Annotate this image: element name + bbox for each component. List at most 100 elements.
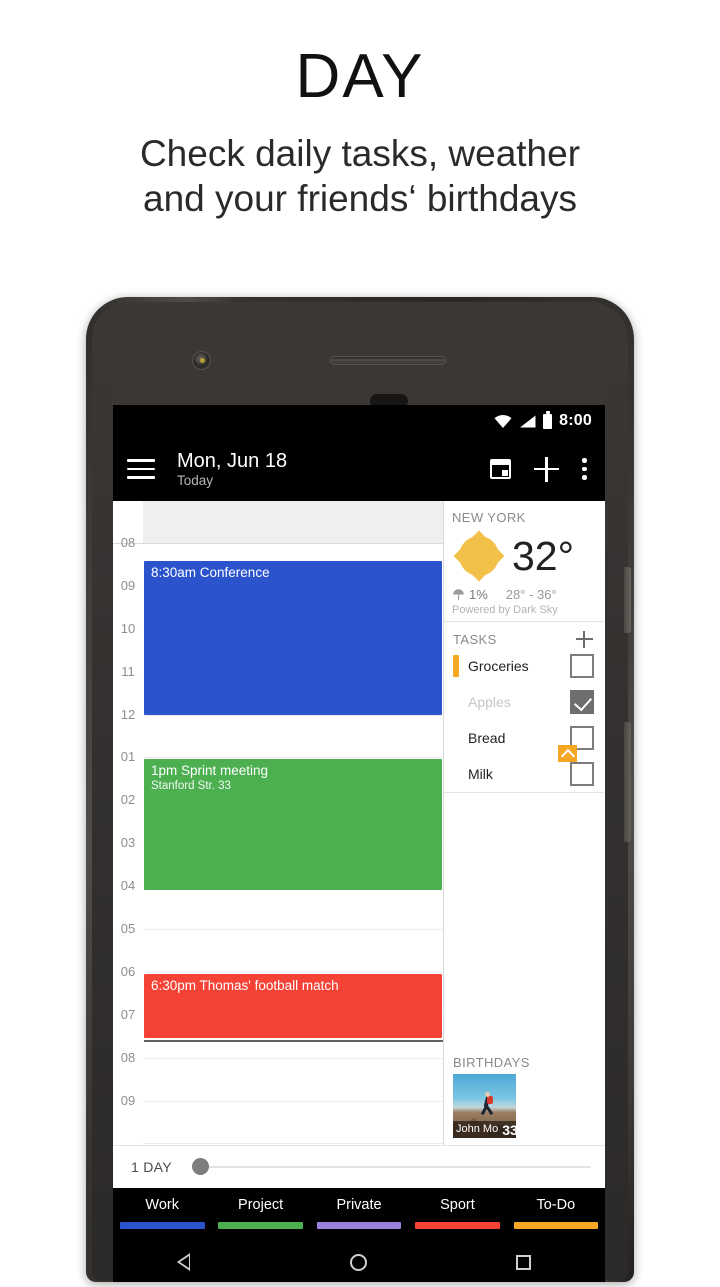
calendar-hour-label: 01	[120, 749, 136, 765]
calendar-hour-row[interactable]: 05	[121, 921, 443, 973]
calendar-event[interactable]: 6:30pm Thomas' football match	[144, 974, 442, 1038]
day-range-label: 1 DAY	[131, 1159, 172, 1175]
current-time-indicator	[144, 1040, 443, 1042]
calendar-event-title: 1pm Sprint meeting	[151, 763, 269, 778]
status-bar-clock: 8:00	[559, 412, 592, 429]
birthday-card[interactable]: John Mo 33	[453, 1074, 516, 1138]
calendar-hour-label: 05	[120, 921, 136, 937]
weather-temp-range: 28° - 36°	[505, 587, 557, 602]
calendar-hour-label: 08	[120, 535, 136, 550]
calendar-event-title: 8:30am Conference	[151, 565, 270, 580]
weather-detail-row: 1% 28° - 36°	[452, 587, 604, 602]
calendar-hour-row[interactable]: 09	[121, 1093, 443, 1145]
front-camera-icon	[192, 351, 211, 370]
tab-color-underline	[415, 1222, 500, 1229]
all-day-row[interactable]	[143, 501, 443, 544]
weather-main-row: 32°	[452, 527, 604, 585]
more-vertical-icon[interactable]	[582, 458, 587, 480]
day-range-slider-knob[interactable]	[191, 1158, 209, 1176]
birthdays-heading: BIRTHDAYS	[453, 1055, 530, 1070]
task-label: Groceries	[468, 658, 529, 674]
tab-color-underline	[119, 1222, 205, 1229]
tasks-heading: TASKS	[453, 632, 497, 647]
category-tab-bar: Work Project Private Sport To-Do	[113, 1188, 605, 1242]
add-task-button[interactable]	[576, 631, 593, 648]
birthdays-card: BIRTHDAYS John Mo 33	[444, 1055, 604, 1145]
calendar-hour-label: 09	[120, 1092, 136, 1108]
task-label: Apples	[468, 694, 511, 710]
calendar-hour-row[interactable]: 04	[121, 878, 443, 931]
app-bar-actions	[489, 456, 591, 482]
task-color-bar	[453, 727, 459, 749]
task-row[interactable]: Milk	[444, 756, 604, 792]
wifi-icon	[494, 414, 512, 428]
weather-precip-chance: 1%	[469, 587, 488, 602]
task-label: Bread	[468, 730, 506, 746]
tasks-card: TASKS Groceries Apples Bread Milk	[444, 622, 604, 793]
phone-mockup: 8:00 Mon, Jun 18 Today 08 09 10 11 12 01…	[86, 297, 642, 1287]
calendar-hour-label: 06	[120, 963, 136, 979]
signal-icon	[520, 415, 536, 427]
tab-work[interactable]: Work	[113, 1188, 211, 1242]
birthday-name: John Mo	[456, 1123, 499, 1135]
phone-screen: 8:00 Mon, Jun 18 Today 08 09 10 11 12 01…	[113, 405, 605, 1282]
calendar-icon[interactable]	[489, 459, 511, 479]
earpiece-speaker	[330, 356, 446, 365]
power-button[interactable]	[624, 567, 631, 633]
recents-square-icon[interactable]	[515, 1254, 531, 1270]
main-content: 08 09 10 11 12 01 02 03 04 05 06 07 08 09 8:30am Confe…	[113, 501, 605, 1145]
tasks-header: TASKS	[444, 631, 604, 648]
app-bar-subtitle: Today	[177, 473, 214, 489]
task-checkbox[interactable]	[570, 654, 594, 678]
phone-top-bezel	[112, 314, 608, 410]
promo-subtitle-line1: Check daily tasks, weather	[139, 133, 581, 175]
promo-header: DAY Check daily tasks, weather and your …	[0, 0, 720, 221]
tab-color-underline	[218, 1222, 303, 1229]
calendar-event[interactable]: 1pm Sprint meeting Stanford Str. 33	[144, 759, 442, 890]
calendar-hour-label: 04	[120, 878, 136, 894]
task-row[interactable]: Groceries	[444, 648, 604, 684]
calendar-hour-grid[interactable]: 08 09 10 11 12 01 02 03 04 05 06 07 08 09 8:30am Confe…	[113, 535, 443, 1145]
task-row[interactable]: Apples	[444, 684, 604, 720]
task-checkbox[interactable]	[570, 762, 594, 786]
plus-icon[interactable]	[534, 456, 559, 482]
weather-city-label: NEW YORK	[452, 510, 526, 525]
task-color-bar	[453, 691, 459, 713]
tab-to-do[interactable]: To-Do	[507, 1188, 605, 1242]
volume-rocker-button[interactable]	[624, 722, 631, 842]
hamburger-menu-icon[interactable]	[127, 459, 155, 479]
calendar-hour-label: 03	[120, 835, 136, 851]
calendar-hour-row[interactable]: 08	[121, 1050, 443, 1102]
birthday-photo-person	[480, 1092, 496, 1118]
calendar-hour-label: 07	[120, 1006, 136, 1022]
weather-temperature: 32°	[512, 532, 575, 579]
day-range-slider-row: 1 DAY	[113, 1145, 605, 1188]
home-circle-icon[interactable]	[349, 1253, 367, 1271]
calendar-hour-label: 11	[121, 663, 135, 679]
tab-label: Sport	[440, 1197, 475, 1213]
android-navigation-bar	[113, 1242, 605, 1282]
task-row[interactable]: Bread	[444, 720, 604, 762]
calendar-day-view[interactable]: 08 09 10 11 12 01 02 03 04 05 06 07 08 09 8:30am Confe…	[113, 501, 444, 1145]
weather-card[interactable]: NEW YORK 32° 1% 28° - 36° Powered by Dar…	[444, 501, 604, 622]
tab-project[interactable]: Project	[211, 1188, 309, 1242]
tab-private[interactable]: Private	[310, 1188, 408, 1242]
calendar-event[interactable]: 8:30am Conference	[144, 561, 442, 715]
task-checkbox[interactable]	[570, 690, 594, 714]
tab-sport[interactable]: Sport	[408, 1188, 506, 1242]
calendar-hour-row[interactable]: 12	[121, 707, 443, 759]
task-color-bar	[453, 655, 459, 677]
day-range-slider[interactable]	[191, 1158, 591, 1176]
tab-label: Private	[336, 1197, 382, 1213]
birthday-age: 33	[502, 1121, 516, 1138]
back-triangle-icon[interactable]	[176, 1253, 201, 1271]
calendar-hour-label: 02	[120, 792, 136, 808]
promo-subtitle: Check daily tasks, weather and your frie…	[0, 131, 720, 221]
calendar-hour-label: 10	[120, 620, 136, 636]
tasks-list: Groceries Apples Bread Milk	[444, 648, 604, 792]
tab-label: Project	[238, 1197, 284, 1213]
umbrella-icon	[453, 589, 464, 600]
promo-title: DAY	[295, 42, 425, 111]
app-bar-titles: Mon, Jun 18 Today	[177, 450, 490, 488]
task-label: Milk	[468, 766, 493, 782]
